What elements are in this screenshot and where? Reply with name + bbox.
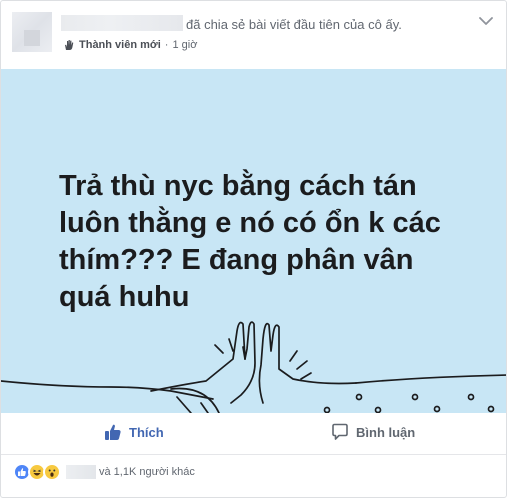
comment-bubble-icon [332, 423, 348, 440]
post-header: đã chia sẻ bài viết đầu tiên của cô ấy. … [1, 1, 506, 69]
waving-hand-icon [65, 40, 74, 50]
post-image[interactable]: Trả thù nyc bằng cách tán luôn thằng e n… [1, 69, 506, 413]
reactor-names-blurred [66, 465, 96, 479]
new-member-badge: Thành viên mới [79, 39, 161, 51]
meta-separator: · [164, 39, 169, 51]
reaction-count-text: và 1,1K người khác [99, 466, 195, 478]
comment-button-label: Bình luận [356, 424, 416, 440]
shared-activity-text: đã chia sẻ bài viết đầu tiên của cô ấy. [186, 17, 402, 32]
reaction-summary[interactable]: và 1,1K người khác [13, 461, 195, 483]
high-five-hands-illustration [1, 321, 506, 413]
post-meta: Thành viên mới · 1 giờ [63, 39, 197, 51]
author-name-blurred[interactable] [61, 15, 183, 31]
feed-post: đã chia sẻ bài viết đầu tiên của cô ấy. … [0, 0, 507, 498]
wow-reaction-icon [43, 463, 61, 481]
avatar[interactable] [12, 12, 52, 52]
thumbs-up-icon [105, 424, 121, 440]
post-timestamp[interactable]: 1 giờ [172, 39, 197, 51]
more-options-icon[interactable] [476, 11, 496, 31]
comment-button[interactable]: Bình luận [331, 423, 415, 441]
post-action-bar: Thích Bình luận [1, 413, 506, 455]
like-button-label: Thích [129, 424, 164, 440]
like-button[interactable]: Thích [104, 423, 164, 441]
